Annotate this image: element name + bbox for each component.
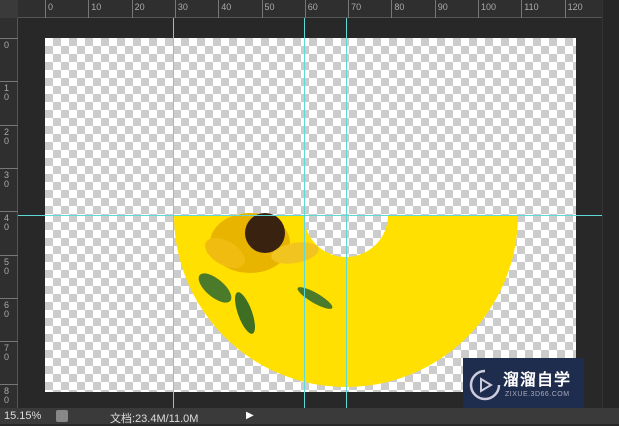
watermark-subtitle: ZIXUE.3D66.COM [505,391,570,398]
ruler-label: 110 [524,2,539,12]
ruler-tick [218,0,220,18]
ruler-tick [261,0,263,18]
ruler-label: 10 [91,2,102,12]
ruler-tick [478,0,479,18]
ruler-label: 10 [4,83,10,103]
ruler-tick [0,254,18,256]
ruler-label: 20 [4,126,10,146]
vertical-scrollbar[interactable] [602,0,619,408]
ruler-left[interactable]: 0 10 20 30 40 50 60 70 80 [0,18,18,408]
ruler-tick [304,0,306,18]
ruler-label: 0 [4,40,10,50]
ruler-tick [45,0,46,18]
ruler-tick [0,384,18,386]
ruler-label: 60 [307,2,318,12]
ruler-label: 70 [351,2,362,12]
ruler-tick [0,211,18,213]
ruler-label: 50 [4,256,10,276]
watermark-logo: 溜溜自学 ZIXUE.3D66.COM [463,358,584,411]
ruler-label: 0 [48,2,54,12]
proof-icon[interactable] [56,410,68,422]
ruler-tick [564,0,566,18]
ruler-label: 100 [481,2,497,12]
ruler-tick [0,167,18,169]
ruler-tick [0,124,18,126]
ruler-top[interactable]: 0 10 20 30 40 50 60 70 80 90 100 110 120 [18,0,602,18]
document-workspace[interactable] [18,18,602,408]
status-bar: 15.15% 文档:23.4M/11.0M ▶ [0,408,619,425]
ruler-tick [131,0,133,18]
ruler-tick [88,0,90,18]
watermark-title: 溜溜自学 [503,372,572,389]
zoom-level[interactable]: 15.15% [4,410,41,422]
ruler-label: 30 [4,169,10,189]
ruler-label: 90 [437,2,448,12]
ruler-label: 50 [264,2,275,12]
ruler-label: 40 [4,213,10,233]
ruler-label: 80 [394,2,405,12]
ruler-corner [0,0,18,18]
ruler-label: 70 [4,343,10,363]
ruler-label: 120 [567,2,583,12]
ruler-label: 80 [4,386,10,406]
vertical-guide[interactable] [346,18,347,408]
ruler-tick [174,0,176,18]
ruler-tick [0,297,18,299]
status-menu-arrow-icon[interactable]: ▶ [246,410,254,421]
ruler-label: 40 [221,2,232,12]
ruler-label: 20 [134,2,145,12]
ruler-tick [0,81,18,83]
ruler-tick [521,0,523,18]
vertical-guide[interactable] [173,18,174,408]
ruler-tick [391,0,393,18]
ruler-tick [0,341,18,343]
play-icon [469,369,501,401]
ruler-label: 60 [4,299,10,319]
ruler-tick [0,38,18,39]
ruler-tick [348,0,350,18]
vertical-guide[interactable] [304,18,305,408]
ruler-tick [434,0,436,18]
horizontal-guide[interactable] [18,215,602,216]
ruler-label: 30 [177,2,188,12]
